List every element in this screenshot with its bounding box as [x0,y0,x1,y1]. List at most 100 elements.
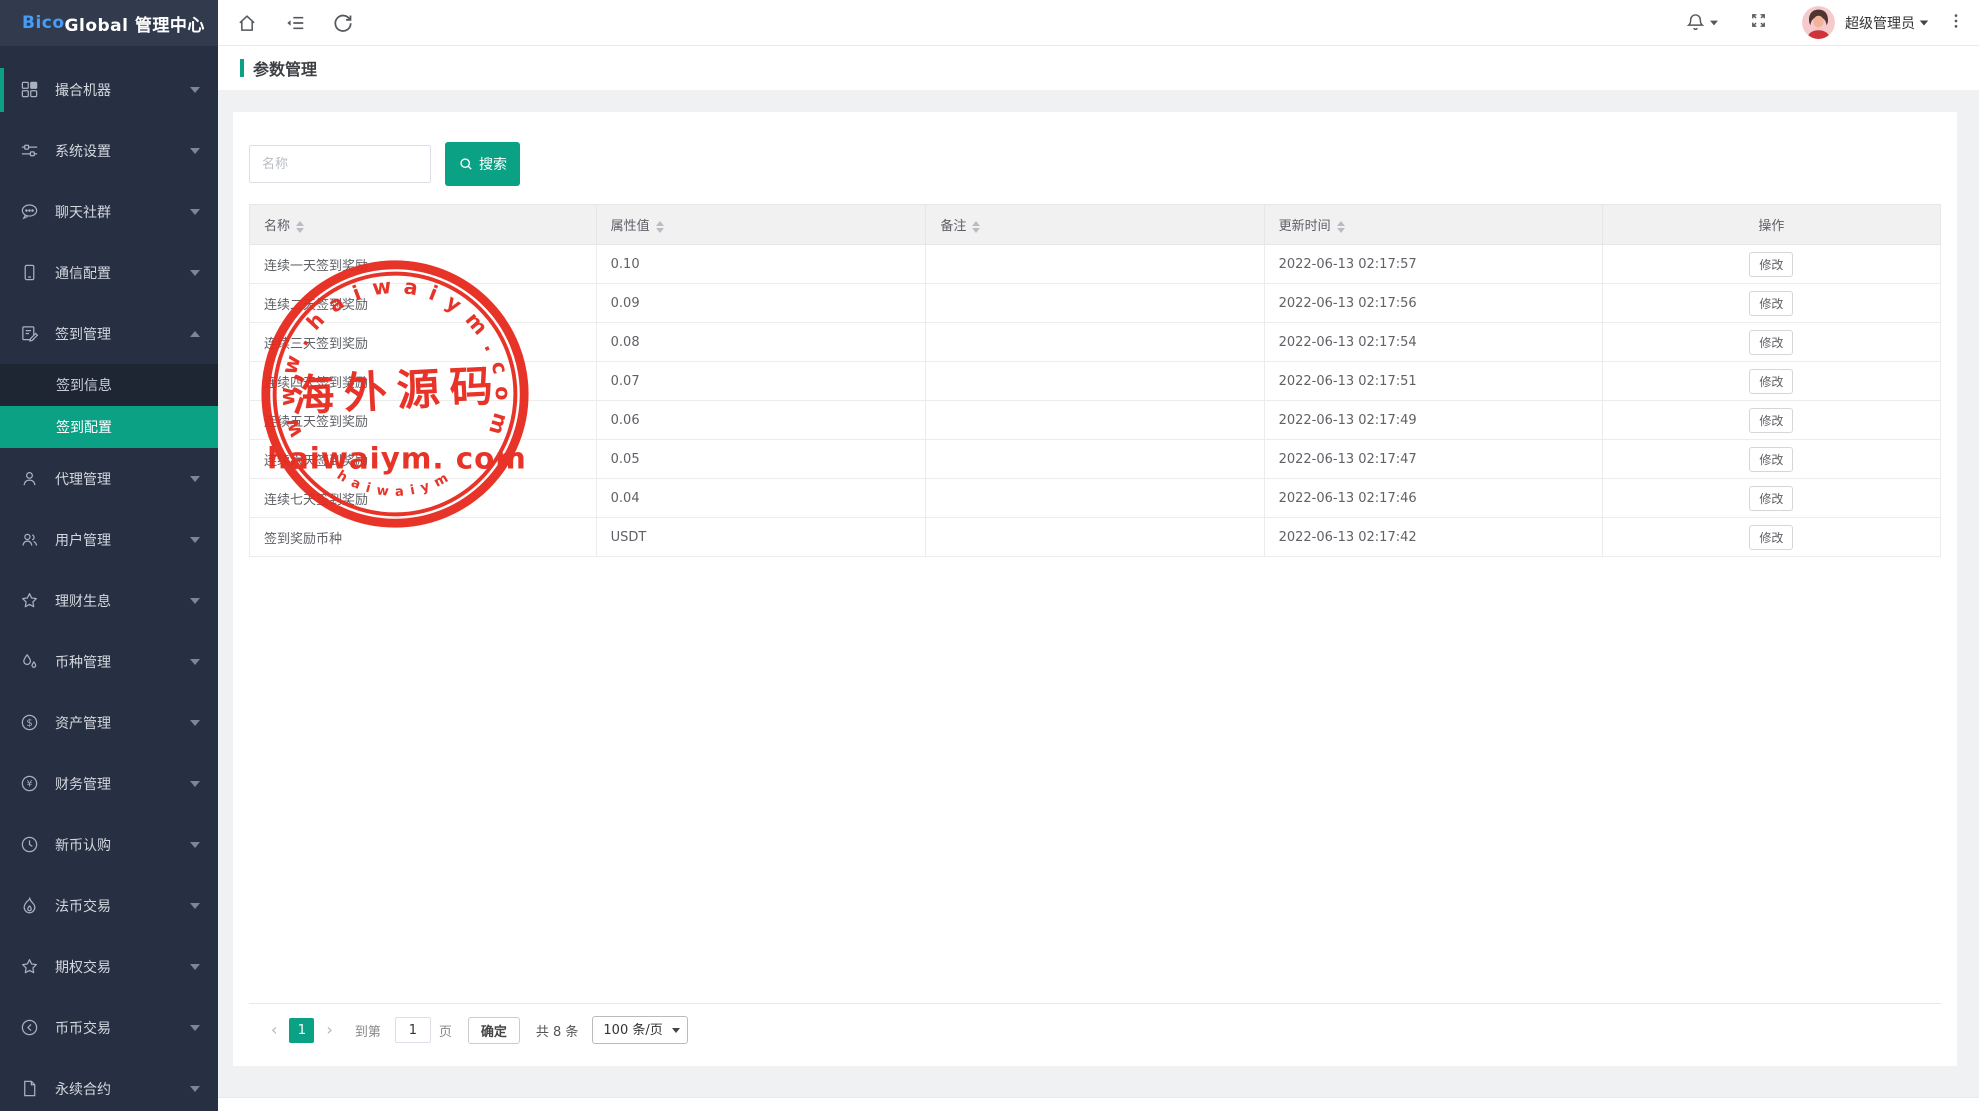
sidebar-item-chat-community[interactable]: 聊天社群 [0,181,218,242]
sidebar-item-label: 永续合约 [55,1079,190,1099]
table-row: 连续六天签到奖励 0.05 2022-06-13 02:17:47 修改 [250,440,1941,479]
sidebar-item-user-management[interactable]: 用户管理 [0,509,218,570]
cell-time: 2022-06-13 02:17:47 [1264,440,1602,479]
sort-icon[interactable] [1337,221,1345,233]
page-number-current[interactable]: 1 [289,1018,314,1043]
cell-remark [926,518,1264,557]
search-input[interactable] [249,145,431,183]
chevron-down-icon [190,1025,200,1031]
table-row: 连续四天签到奖励 0.07 2022-06-13 02:17:51 修改 [250,362,1941,401]
search-button[interactable]: 搜索 [445,142,520,186]
sidebar-item-label: 币币交易 [55,1018,190,1038]
collapse-menu-icon[interactable] [284,12,306,34]
sort-icon[interactable] [972,221,980,233]
topbar-right: 超级管理员 [1685,6,1965,39]
page-size-select-wrap: 100 条/页 [592,1016,688,1044]
sidebar-item-matching-robot[interactable]: 撮合机器 [0,59,218,120]
cell-remark [926,479,1264,518]
table-row: 连续二天签到奖励 0.09 2022-06-13 02:17:56 修改 [250,284,1941,323]
refresh-icon[interactable] [332,12,354,34]
column-header-label: 属性值 [611,219,650,234]
sidebar-item-label: 新币认购 [55,835,190,855]
more-menu-button[interactable] [1947,12,1965,34]
avatar-image [1802,6,1835,39]
page-size-select[interactable]: 100 条/页 [592,1016,688,1044]
cell-name: 签到奖励币种 [250,518,597,557]
sidebar-item-label: 签到管理 [55,324,190,344]
sidebar-item-new-coin-subscription[interactable]: 新币认购 [0,814,218,875]
cell-value: 0.05 [596,440,926,479]
edit-button[interactable]: 修改 [1749,252,1793,277]
cell-name: 连续二天签到奖励 [250,284,597,323]
user-menu[interactable]: 超级管理员 [1845,13,1929,33]
search-row: 搜索 [249,142,1941,186]
edit-button[interactable]: 修改 [1749,486,1793,511]
chevron-down-icon [190,270,200,276]
edit-button[interactable]: 修改 [1749,408,1793,433]
goto-confirm-button[interactable]: 确定 [468,1017,520,1044]
sidebar-item-label: 通信配置 [55,263,190,283]
sidebar-item-label: 法币交易 [55,896,190,916]
sidebar-item-system-settings[interactable]: 系统设置 [0,120,218,181]
column-header-remark[interactable]: 备注 [926,205,1264,245]
sidebar-subitem-checkin-config[interactable]: 签到配置 [0,406,218,448]
sidebar-menu: 撮合机器 系统设置 聊天社群 通信配置 签到管理 签到信息 [0,46,218,1111]
sidebar-item-asset-management[interactable]: $ 资产管理 [0,692,218,753]
svg-text:$: $ [26,718,32,729]
sidebar-item-label: 币种管理 [55,652,190,672]
sidebar-item-wealth-interest[interactable]: 理财生息 [0,570,218,631]
column-header-label: 名称 [264,219,290,234]
sidebar-item-option-trading[interactable]: 期权交易 [0,936,218,997]
cell-value: 0.07 [596,362,926,401]
column-header-time[interactable]: 更新时间 [1264,205,1602,245]
edit-button[interactable]: 修改 [1749,369,1793,394]
star-icon [20,591,39,610]
sidebar-item-spot-trading[interactable]: 币币交易 [0,997,218,1058]
prev-page-button[interactable]: ‹ [263,1022,285,1038]
star-icon [20,957,39,976]
cell-remark [926,323,1264,362]
checkin-icon [20,324,39,343]
edit-button[interactable]: 修改 [1749,525,1793,550]
goto-page-input[interactable] [395,1017,431,1043]
app-logo: Bico Global 管理中心 [0,0,218,46]
sidebar-item-coin-management[interactable]: 币种管理 [0,631,218,692]
sidebar-item-finance-management[interactable]: ¥ 财务管理 [0,753,218,814]
chevron-down-icon [190,903,200,909]
sort-icon[interactable] [296,221,304,233]
edit-button[interactable]: 修改 [1749,447,1793,472]
page-title-bar: 参数管理 [218,46,1979,90]
avatar[interactable] [1802,6,1835,39]
table-row: 连续五天签到奖励 0.06 2022-06-13 02:17:49 修改 [250,401,1941,440]
sidebar-item-communication-config[interactable]: 通信配置 [0,242,218,303]
sliders-icon [20,141,39,160]
column-header-label: 更新时间 [1279,219,1331,234]
next-page-button[interactable]: › [318,1022,340,1038]
sort-icon[interactable] [656,221,664,233]
cell-value: 0.06 [596,401,926,440]
coin-icon [20,1018,39,1037]
column-header-name[interactable]: 名称 [250,205,597,245]
edit-button[interactable]: 修改 [1749,291,1793,316]
doc-icon [20,1079,39,1098]
notifications-button[interactable] [1685,12,1719,33]
fullscreen-icon [1749,11,1768,30]
sidebar-item-checkin-management[interactable]: 签到管理 [0,303,218,364]
home-icon[interactable] [236,12,258,34]
sidebar-subitem-checkin-info[interactable]: 签到信息 [0,364,218,406]
sidebar-item-perpetual-contract[interactable]: 永续合约 [0,1058,218,1111]
cell-time: 2022-06-13 02:17:56 [1264,284,1602,323]
user-icon [20,469,39,488]
chevron-down-icon [190,659,200,665]
chevron-up-icon [190,331,200,337]
sidebar-submenu-checkin: 签到信息 签到配置 [0,364,218,448]
sidebar-item-fiat-trading[interactable]: 法币交易 [0,875,218,936]
column-header-value[interactable]: 属性值 [596,205,926,245]
fullscreen-button[interactable] [1749,11,1768,34]
table-row: 签到奖励币种 USDT 2022-06-13 02:17:42 修改 [250,518,1941,557]
sidebar-item-agent-management[interactable]: 代理管理 [0,448,218,509]
chevron-down-icon [190,476,200,482]
device-icon [20,263,39,282]
edit-button[interactable]: 修改 [1749,330,1793,355]
sidebar-item-label: 期权交易 [55,957,190,977]
